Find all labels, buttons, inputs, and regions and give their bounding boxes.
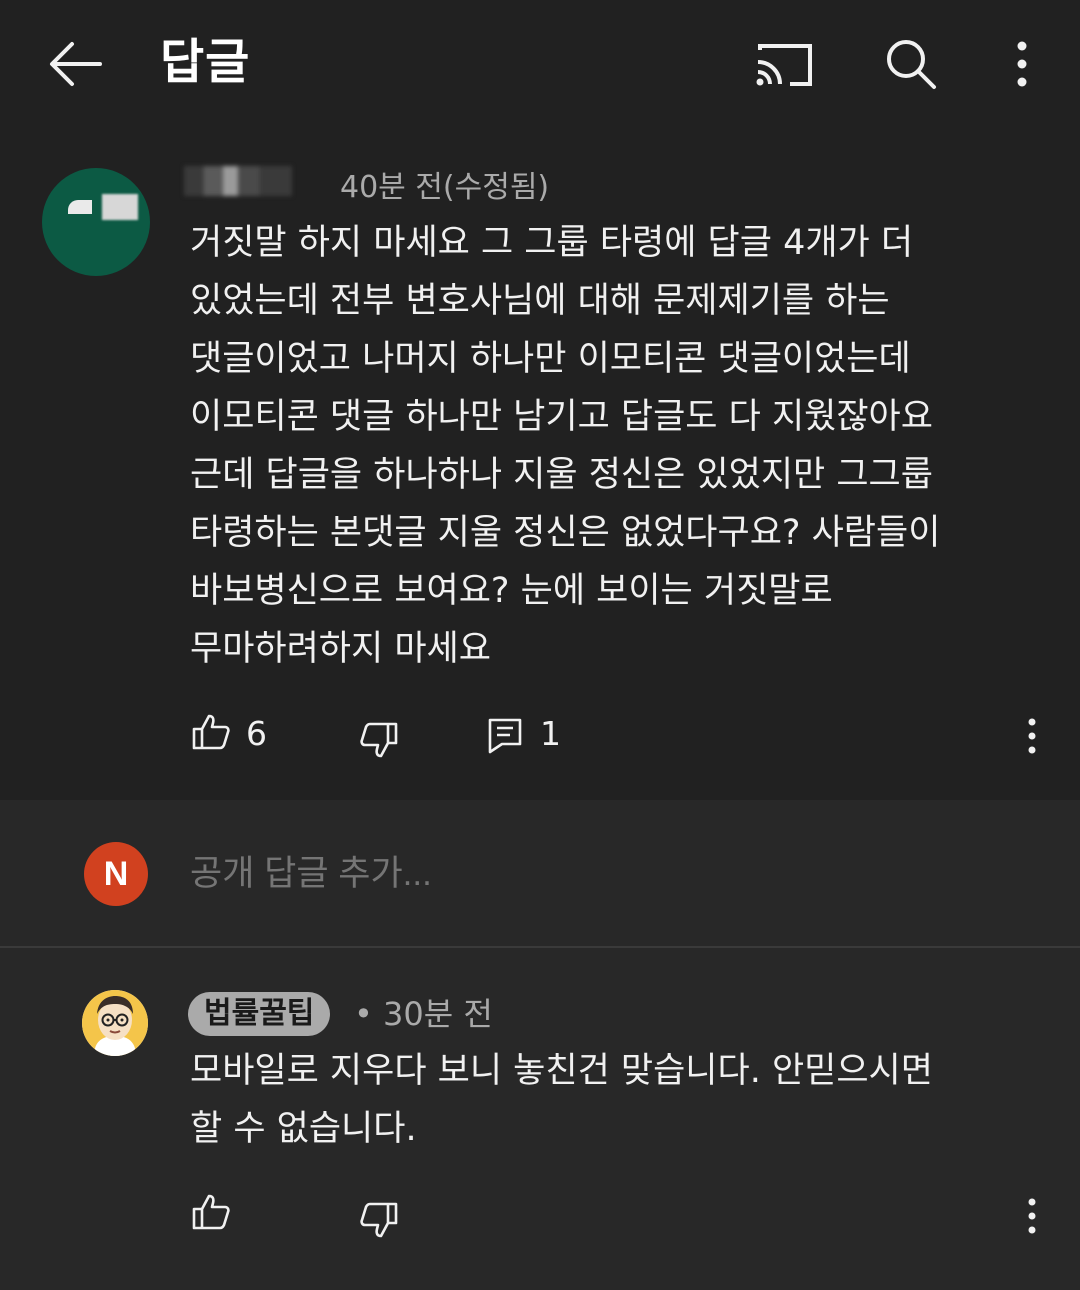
author-badge[interactable]: 법률꿀팁 — [188, 992, 331, 1036]
author-name-redacted — [184, 166, 292, 196]
comment-line: 바보병신으로 보여요? 눈에 보이는 거짓말로 — [190, 571, 833, 611]
comment-text: 거짓말 하지 마세요 그 그룹 타령에 답글 4개가 더 있었는데 전부 변호사… — [190, 214, 1050, 678]
cast-icon[interactable] — [754, 40, 814, 88]
search-icon[interactable] — [884, 38, 938, 90]
comment-timestamp: • 30분 전 — [354, 995, 493, 1033]
avatar-blur — [102, 194, 138, 220]
dislike-icon[interactable] — [360, 1202, 398, 1238]
like-count: 6 — [246, 714, 267, 753]
reply-input[interactable] — [190, 850, 790, 898]
cartoon-face-icon — [82, 990, 148, 1056]
reply-count: 1 — [540, 714, 561, 753]
comment-line: 댓글이었고 나머지 하나만 이모티콘 댓글이었는데 — [190, 339, 911, 379]
more-vert-icon[interactable] — [1026, 1198, 1038, 1234]
comment-timestamp: 40분 전(수정됨) — [340, 170, 550, 205]
page-title: 답글 — [160, 34, 251, 90]
like-icon[interactable] — [192, 714, 230, 750]
back-arrow-icon[interactable] — [46, 38, 102, 90]
like-icon[interactable] — [192, 1194, 230, 1230]
avatar[interactable] — [82, 990, 148, 1056]
comment-line: 할 수 없습니다. — [190, 1109, 417, 1149]
comment-line: 무마하려하지 마세요 — [190, 629, 491, 669]
more-vert-icon[interactable] — [1010, 40, 1034, 88]
comment-line: 모바일로 지우다 보니 놓친건 맞습니다. 안믿으시면 — [190, 1051, 933, 1091]
dislike-icon[interactable] — [360, 722, 398, 758]
avatar-blur — [68, 200, 92, 214]
comment-line: 타령하는 본댓글 지울 정신은 없었다구요? 사람들이 — [190, 513, 941, 553]
app-bar: 답글 — [0, 0, 1080, 126]
avatar[interactable] — [42, 168, 150, 276]
reply-icon[interactable] — [488, 718, 522, 754]
reply-text: 모바일로 지우다 보니 놓친건 맞습니다. 안믿으시면 할 수 없습니다. — [190, 1042, 1050, 1158]
comment-line: 이모티콘 댓글 하나만 남기고 답글도 다 지웠잖아요 — [190, 397, 933, 437]
avatar: N — [84, 842, 148, 906]
comment-line: 거짓말 하지 마세요 그 그룹 타령에 답글 4개가 더 — [190, 223, 914, 263]
comment-line: 있었는데 전부 변호사님에 대해 문제제기를 하는 — [190, 281, 890, 321]
more-vert-icon[interactable] — [1026, 718, 1038, 754]
comment-line: 근데 답글을 하나하나 지울 정신은 있었지만 그그룹 — [190, 455, 933, 495]
